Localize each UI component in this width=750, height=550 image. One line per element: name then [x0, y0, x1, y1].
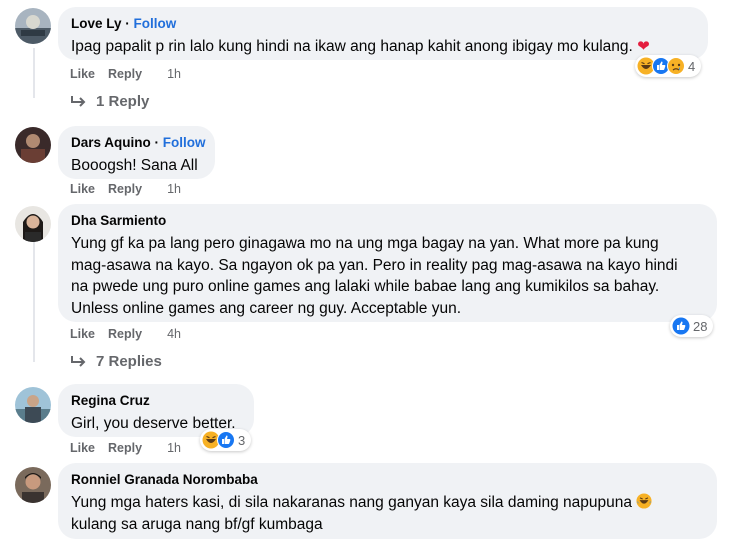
- avatar[interactable]: [15, 8, 51, 44]
- sad-reaction-icon: [667, 57, 685, 75]
- comment-actions: Like Reply 1h: [70, 182, 194, 196]
- avatar-image: [15, 387, 51, 423]
- reaction-summary[interactable]: 4: [635, 55, 702, 77]
- laughing-emoji: [636, 493, 652, 511]
- author-line: Dars Aquino · Follow: [71, 134, 206, 151]
- author-name[interactable]: Regina Cruz: [71, 393, 150, 408]
- comment-bubble: Ronniel Granada Norombaba Yung mga hater…: [58, 463, 717, 539]
- thread-line: [33, 236, 35, 362]
- reply-button[interactable]: Reply: [108, 67, 142, 81]
- comment-text-line: Unless online games ang career ng guy. A…: [71, 299, 462, 317]
- avatar[interactable]: [15, 387, 51, 423]
- separator-dot: ·: [125, 16, 134, 31]
- comment-bubble: Dars Aquino · Follow Booogsh! Sana All: [58, 126, 215, 179]
- timestamp[interactable]: 1h: [167, 67, 181, 81]
- comment-text-body: Yung mga haters kasi, di sila nakaranas …: [71, 494, 632, 511]
- author-name[interactable]: Ronniel Granada Norombaba: [71, 472, 258, 487]
- comment-bubble: Love Ly · Follow Ipag papalit p rin lalo…: [58, 7, 708, 60]
- reply-arrow-icon: [71, 95, 86, 107]
- comment-text-line: Yung mga haters kasi, di sila nakaranas …: [71, 492, 704, 514]
- comment-feed: Love Ly · Follow Ipag papalit p rin lalo…: [0, 0, 750, 550]
- avatar[interactable]: [15, 206, 51, 242]
- author-name[interactable]: Dars Aquino: [71, 135, 151, 150]
- comment-text-body: Ipag papalit p rin lalo kung hindi na ik…: [71, 38, 633, 55]
- author-line: Ronniel Granada Norombaba: [71, 471, 704, 488]
- comment-text-line: mag-asawa na kayo. Sa ngayon ok pa yan. …: [71, 256, 678, 274]
- comment-actions: Like Reply 1h: [70, 441, 194, 455]
- author-line: Love Ly · Follow: [71, 15, 695, 32]
- comment-bubble: Dha Sarmiento Yung gf ka pa lang pero gi…: [58, 204, 717, 322]
- follow-button[interactable]: Follow: [134, 16, 177, 31]
- heart-emoji: ❤: [637, 38, 650, 55]
- like-button[interactable]: Like: [70, 327, 95, 341]
- comment-actions: Like Reply 4h: [70, 327, 194, 341]
- comment-actions: Like Reply 1h: [70, 67, 194, 81]
- reaction-summary[interactable]: 3: [200, 429, 252, 451]
- author-name[interactable]: Dha Sarmiento: [71, 213, 166, 228]
- separator-dot: ·: [154, 135, 163, 150]
- reaction-summary[interactable]: 28: [670, 315, 714, 337]
- reaction-count: 3: [238, 432, 246, 448]
- comment-text-line: kulang sa aruga nang bf/gf kumbaga: [71, 516, 323, 533]
- like-button[interactable]: Like: [70, 441, 95, 455]
- timestamp[interactable]: 1h: [167, 182, 181, 196]
- avatar-image: [15, 8, 51, 44]
- view-replies-link[interactable]: 1 Reply: [70, 93, 149, 110]
- like-reaction-icon: [217, 431, 235, 449]
- like-button[interactable]: Like: [70, 182, 95, 196]
- avatar[interactable]: [15, 467, 51, 503]
- follow-button[interactable]: Follow: [163, 135, 206, 150]
- replies-count: 7 Replies: [96, 353, 162, 370]
- comment-text-line: na pwede ung puro online games ang lalak…: [71, 278, 660, 295]
- reply-button[interactable]: Reply: [108, 182, 142, 196]
- comment-text: Yung gf ka pa lang pero ginagawa mo na u…: [71, 233, 704, 319]
- timestamp[interactable]: 1h: [167, 441, 181, 455]
- timestamp[interactable]: 4h: [167, 327, 181, 341]
- avatar-image: [15, 127, 51, 163]
- author-line: Regina Cruz: [71, 392, 241, 409]
- avatar[interactable]: [15, 127, 51, 163]
- reply-button[interactable]: Reply: [108, 441, 142, 455]
- reply-arrow-icon: [71, 355, 86, 367]
- thread-line: [33, 48, 35, 98]
- comment-text: Booogsh! Sana All: [71, 157, 198, 174]
- like-reaction-icon: [672, 317, 690, 335]
- author-line: Dha Sarmiento: [71, 212, 704, 229]
- comment-text-line: Yung gf ka pa lang pero ginagawa mo na u…: [71, 235, 659, 252]
- reaction-count: 4: [688, 58, 696, 74]
- view-replies-link[interactable]: 7 Replies: [70, 353, 162, 370]
- comment-text: Yung mga haters kasi, di sila nakaranas …: [71, 492, 704, 536]
- reaction-count: 28: [693, 318, 708, 334]
- avatar-image: [15, 206, 51, 242]
- reply-button[interactable]: Reply: [108, 327, 142, 341]
- author-name[interactable]: Love Ly: [71, 16, 122, 31]
- avatar-image: [15, 467, 51, 503]
- replies-count: 1 Reply: [96, 93, 150, 110]
- comment-text: Ipag papalit p rin lalo kung hindi na ik…: [71, 36, 695, 57]
- like-button[interactable]: Like: [70, 67, 95, 81]
